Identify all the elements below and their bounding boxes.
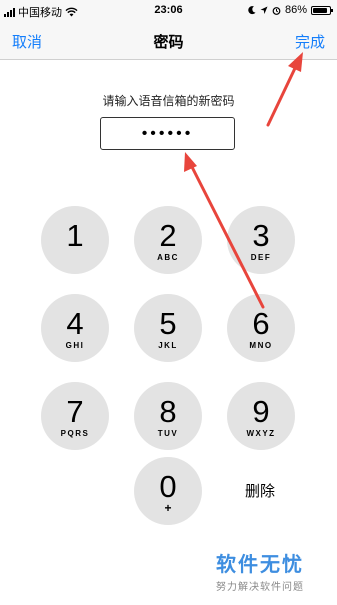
arrow-to-done-head <box>288 52 303 72</box>
arrow-to-password <box>189 163 265 309</box>
arrow-to-password-head <box>184 152 197 172</box>
watermark: 软件无忧 努力解决软件问题 <box>216 548 304 593</box>
arrow-to-done <box>266 62 299 127</box>
watermark-sub: 努力解决软件问题 <box>216 582 304 593</box>
annotation-arrows <box>184 52 303 309</box>
watermark-main: 软件无忧 <box>216 554 304 576</box>
